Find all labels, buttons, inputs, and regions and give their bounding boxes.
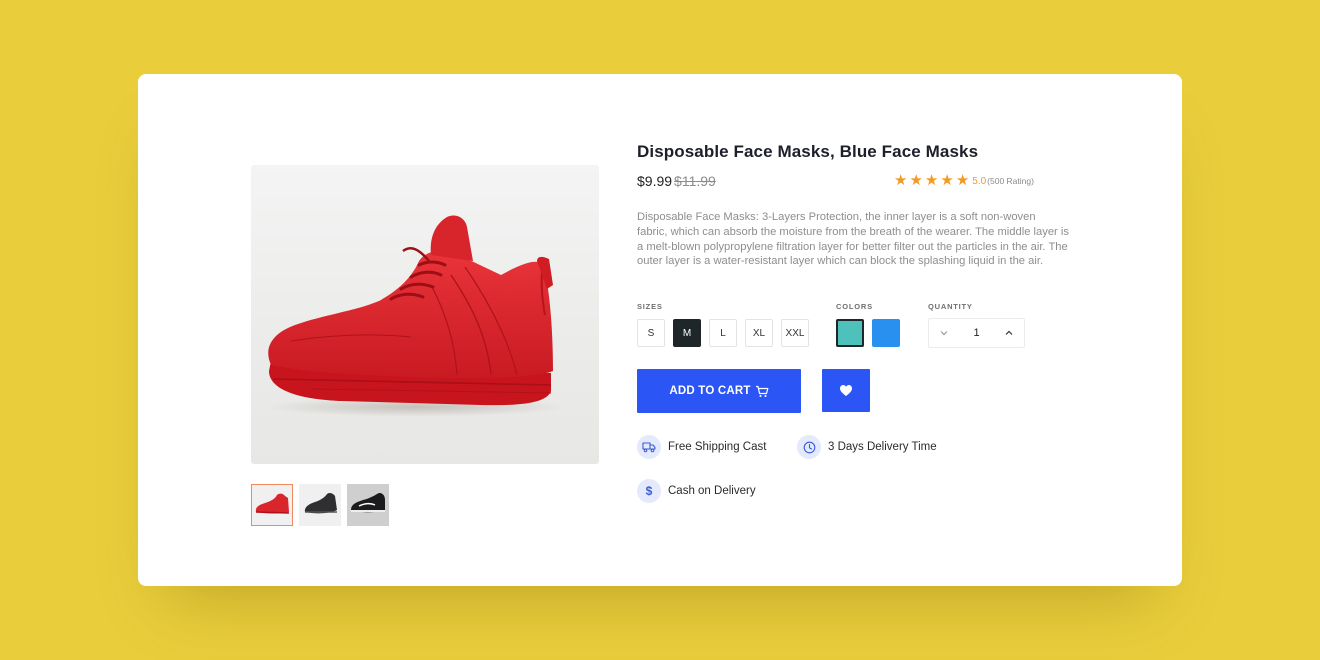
- star-icon: ★: [940, 172, 954, 189]
- color-swatch-blue[interactable]: [872, 319, 900, 347]
- star-icon: ★: [894, 172, 908, 189]
- current-price: $9.99: [637, 173, 673, 189]
- product-description: Disposable Face Masks: 3-Layers Protecti…: [637, 211, 1069, 268]
- clock-icon: [797, 435, 821, 459]
- feature-free-shipping: Free Shipping Cast: [637, 435, 766, 459]
- rating: ★ ★ ★ ★ ★ 5.0 (500 Rating): [894, 172, 1034, 189]
- product-card: Disposable Face Masks, Blue Face Masks $…: [138, 74, 1182, 586]
- cart-icon: [755, 385, 769, 397]
- star-icon: ★: [924, 172, 939, 189]
- product-main-image: [251, 165, 599, 464]
- feature-cash-on-delivery: $ Cash on Delivery: [637, 479, 756, 503]
- rating-count: (500 Rating): [987, 176, 1034, 186]
- decrease-quantity-button[interactable]: [929, 319, 959, 347]
- feature-delivery-time: 3 Days Delivery Time: [797, 435, 937, 459]
- size-option-l[interactable]: L: [709, 319, 737, 347]
- quantity-stepper: 1: [928, 318, 1025, 348]
- truck-icon: [637, 435, 661, 459]
- heart-icon: [840, 385, 852, 396]
- quantity-value[interactable]: 1: [959, 327, 994, 339]
- quantity-label: QUANTITY: [928, 302, 973, 311]
- price-block: $9.99 $11.99: [637, 173, 716, 189]
- add-to-cart-button[interactable]: ADD TO CART: [637, 369, 801, 413]
- size-selector: S M L XL XXL: [637, 319, 809, 347]
- thumbnail-strip: [251, 484, 389, 526]
- color-swatch-teal[interactable]: [836, 319, 864, 347]
- old-price: $11.99: [674, 173, 716, 189]
- color-selector: [836, 319, 900, 347]
- rating-score: 5.0: [972, 175, 987, 187]
- feature-text: Cash on Delivery: [668, 485, 756, 497]
- star-icon: ★: [909, 172, 923, 189]
- dollar-icon: $: [637, 479, 661, 503]
- star-icon: ★: [955, 172, 970, 189]
- black-sneaker-thumbnail[interactable]: [299, 484, 341, 526]
- feature-text: 3 Days Delivery Time: [828, 441, 937, 453]
- size-option-s[interactable]: S: [637, 319, 665, 347]
- product-title: Disposable Face Masks, Blue Face Masks: [637, 142, 979, 161]
- wishlist-button[interactable]: [822, 369, 870, 412]
- size-option-xxl[interactable]: XXL: [781, 319, 809, 347]
- colors-label: COLORS: [836, 302, 873, 311]
- sizes-label: SIZES: [637, 302, 663, 311]
- size-option-m[interactable]: M: [673, 319, 701, 347]
- chevron-down-icon: [940, 331, 948, 336]
- red-sneaker-thumbnail[interactable]: [251, 484, 293, 526]
- chevron-up-icon: [1005, 330, 1013, 335]
- feature-text: Free Shipping Cast: [668, 441, 767, 453]
- increase-quantity-button[interactable]: [994, 319, 1024, 347]
- black-white-sneaker-thumbnail[interactable]: [347, 484, 389, 526]
- add-to-cart-label: ADD TO CART: [669, 385, 751, 397]
- size-option-xl[interactable]: XL: [745, 319, 773, 347]
